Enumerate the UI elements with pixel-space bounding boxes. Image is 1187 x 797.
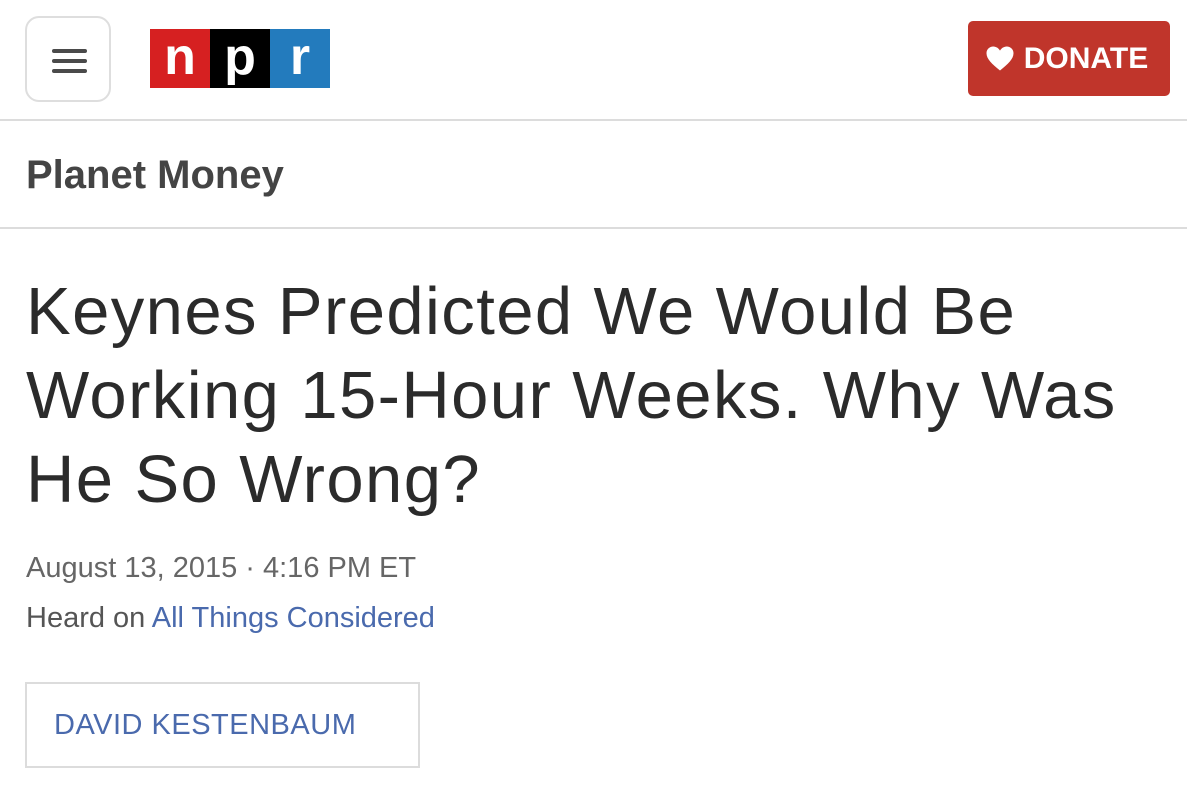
menu-button[interactable]	[25, 16, 111, 102]
donate-label: DONATE	[1023, 41, 1149, 75]
logo-letter-p: p	[210, 29, 270, 88]
site-header: n p r DONATE	[0, 0, 1187, 121]
author-name: DAVID KESTENBAUM	[54, 708, 357, 741]
section-title[interactable]: Planet Money	[26, 151, 284, 199]
heard-on-line: Heard on All Things Considered	[26, 600, 435, 636]
article-dateline: August 13, 2015 · 4:16 PM ET	[26, 552, 417, 584]
heart-icon	[986, 46, 1014, 71]
donate-button[interactable]: DONATE	[968, 21, 1170, 96]
npr-logo[interactable]: n p r	[150, 29, 330, 88]
heard-on-prefix: Heard on	[26, 602, 152, 634]
article-headline: Keynes Predicted We Would Be Working 15-…	[26, 274, 1117, 517]
logo-letter-r: r	[270, 29, 330, 88]
show-link-all-things-considered[interactable]: All Things Considered	[152, 602, 435, 634]
hamburger-menu-icon	[52, 49, 87, 73]
logo-letter-n: n	[150, 29, 210, 88]
author-byline-button[interactable]: DAVID KESTENBAUM	[25, 682, 420, 768]
